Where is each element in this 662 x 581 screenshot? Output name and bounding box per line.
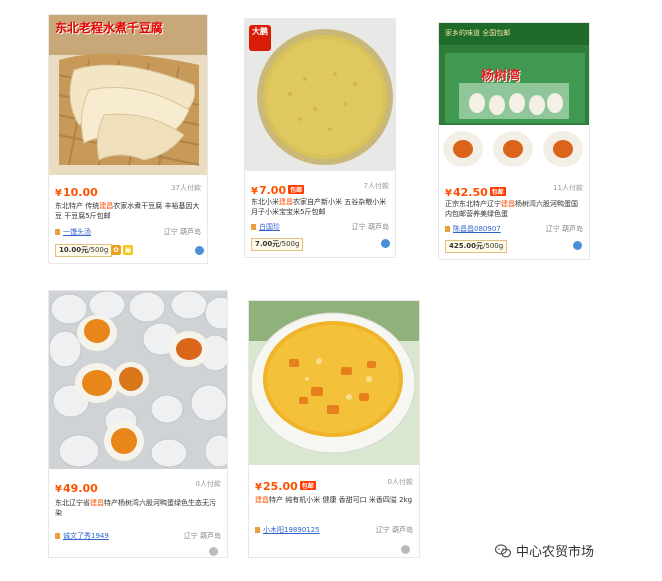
sales-count: 11人付款 [553, 184, 583, 192]
location: 辽宁 葫芦岛 [163, 228, 201, 236]
brand-logo: 杨树湾 [481, 69, 521, 84]
product-image-millet-congee[interactable] [249, 301, 419, 465]
shop-icon [251, 224, 256, 230]
sales-count: 7人付款 [363, 182, 389, 190]
shop-icon [255, 527, 260, 533]
shop-link[interactable]: 陈昌昌080907 [453, 225, 501, 233]
spec-price-tag: 425.00元/500g [445, 240, 508, 253]
spec-price-tag: 7.00元/500g [251, 238, 304, 251]
product-title[interactable]: 东北特产 传统建昌农家水煮干豆腐 丰裕基因大豆 干豆腐5斤包邮 [55, 201, 201, 221]
gold-seller-icon: ✿ [111, 245, 121, 255]
shop-icon [55, 229, 60, 235]
product-card-5[interactable]: ¥25.00 包邮 0人付款 建昌特产 纯有机小米 健康 香甜可口 米香四溢 2k… [248, 300, 420, 558]
price: ¥10.00 [55, 186, 98, 199]
brand-logo: 大鹏 [252, 27, 268, 36]
product-image-millet[interactable]: 大鹏 [245, 19, 395, 171]
aliwangwang-chat-icon[interactable] [573, 241, 582, 250]
sales-count: 37人付款 [171, 184, 201, 192]
sales-count: 0人付款 [387, 478, 413, 486]
free-shipping-badge: 包邮 [288, 185, 305, 194]
price: ¥7.00 包邮 [251, 184, 305, 197]
sales-count: 0人付款 [195, 480, 221, 488]
product-card-1[interactable]: 东北老程水煮千豆腐 ¥10.00 37人付款 东北特产 传统建昌农家水煮干豆腐 … [48, 14, 208, 264]
image-banner-text: 家乡的味道 全国包邮 [445, 29, 511, 37]
product-card-3[interactable]: 家乡的味道 全国包邮 杨树湾 ¥42.50 包邮 11人付款 正宗东北特产辽宁建昌… [438, 22, 590, 260]
product-image-tofu[interactable]: 东北老程水煮千豆腐 [49, 15, 207, 175]
product-card-2[interactable]: 大鹏 ¥7.00 包邮 7人付款 东北小米建昌农家自产新小米 五谷杂粮小米月子小米… [244, 18, 396, 258]
free-shipping-badge: 包邮 [299, 481, 316, 490]
shop-link[interactable]: 诚文了秀1949 [63, 532, 109, 540]
price: ¥25.00 包邮 [255, 480, 316, 493]
aliwangwang-chat-icon[interactable] [381, 239, 390, 248]
shop-icon [55, 533, 60, 539]
price: ¥49.00 [55, 482, 98, 495]
shop-icon [445, 226, 450, 232]
product-title[interactable]: 建昌特产 纯有机小米 健康 香甜可口 米香四溢 2kg [255, 495, 413, 505]
product-title[interactable]: 东北小米建昌农家自产新小米 五谷杂粮小米月子小米宝宝米5斤包邮 [251, 197, 389, 217]
free-shipping-badge: 包邮 [489, 187, 506, 196]
aliwangwang-chat-icon[interactable] [195, 246, 204, 255]
product-title[interactable]: 东北辽宁省建昌特产杨树湾六股河鸭蛋绿色生态无污染 [55, 498, 221, 518]
image-caption: 东北老程水煮千豆腐 [55, 21, 164, 35]
product-title[interactable]: 正宗东北特产辽宁建昌杨树湾六股河鸭蛋国内包邮营养美绿色蛋 [445, 199, 583, 219]
shop-link[interactable]: 小木阳19890125 [263, 526, 320, 534]
location: 辽宁 葫芦岛 [183, 532, 221, 540]
product-image-salted-eggs[interactable] [49, 291, 227, 469]
spec-price-tag: 10.00元/500g [55, 244, 113, 257]
product-card-4[interactable]: ¥49.00 0人付款 东北辽宁省建昌特产杨树湾六股河鸭蛋绿色生态无污染 诚文了… [48, 290, 228, 558]
shop-link[interactable]: 一馒头汤 [63, 228, 91, 236]
price: ¥42.50 包邮 [445, 186, 506, 199]
watermark: 中心农贸市场 [516, 545, 595, 560]
aliwangwang-chat-icon[interactable] [401, 545, 410, 554]
wechat-icon [495, 544, 511, 558]
product-image-duck-eggs-box[interactable]: 家乡的味道 全国包邮 杨树湾 [439, 23, 589, 175]
aliwangwang-chat-icon[interactable] [209, 547, 218, 556]
location: 辽宁 葫芦岛 [375, 526, 413, 534]
location: 辽宁 葫芦岛 [545, 225, 583, 233]
location: 辽宁 葫芦岛 [351, 223, 389, 231]
shop-link[interactable]: 白国珍 [259, 223, 280, 231]
guarantee-icon: ▣ [123, 245, 133, 255]
